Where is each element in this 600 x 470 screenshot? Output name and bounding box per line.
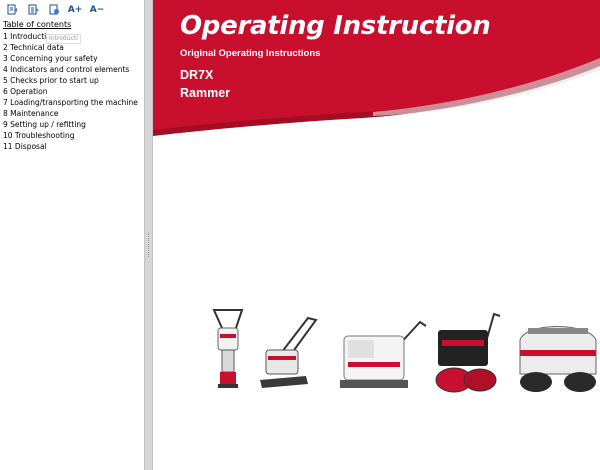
trench-roller-image	[519, 326, 597, 392]
pane-splitter[interactable]	[144, 0, 153, 470]
toc-pane: A+ A− Table of contents 1 Introduction 2…	[0, 0, 144, 470]
toc-item-operation[interactable]: 6 Operation	[3, 86, 138, 97]
toc-item-checks[interactable]: 5 Checks prior to start up	[3, 75, 138, 86]
reversible-plate-image	[340, 320, 427, 388]
collapse-all-icon	[7, 4, 17, 15]
document-page: Operating Instruction Original Operating…	[153, 0, 600, 470]
toc-item-maintenance[interactable]: 8 Maintenance	[3, 108, 138, 119]
expand-all-icon	[28, 4, 39, 15]
font-increase-icon: A+	[67, 4, 83, 15]
toc-title[interactable]: Table of contents	[3, 20, 71, 29]
toc-item-loading[interactable]: 7 Loading/transporting the machine	[3, 97, 138, 108]
collapse-all-button[interactable]	[5, 3, 19, 16]
document-type: Rammer	[180, 86, 231, 100]
font-increase-button[interactable]: A+	[67, 3, 83, 16]
expand-all-button[interactable]	[26, 3, 40, 16]
splitter-grip-icon	[148, 233, 149, 257]
sync-toc-icon	[49, 4, 59, 15]
rammer-image	[212, 309, 244, 388]
document-subtitle: Original Operating Instructions	[180, 48, 321, 59]
toc-item-indicators[interactable]: 4 Indicators and control elements	[3, 64, 138, 75]
toc-item-safety[interactable]: 3 Concerning your safety	[3, 53, 138, 64]
toc-item-setting-up[interactable]: 9 Setting up / refitting	[3, 119, 138, 130]
toc-list: 1 Introduction 2 Technical data 3 Concer…	[3, 31, 138, 152]
document-title: Operating Instruction	[180, 11, 491, 41]
toc-tooltip: Introducti	[46, 34, 81, 44]
font-decrease-button[interactable]: A−	[89, 3, 105, 16]
toc-toolbar: A+ A−	[0, 3, 144, 17]
walk-behind-roller-image	[435, 312, 501, 393]
document-model: DR7X	[180, 68, 214, 82]
toc-item-troubleshooting[interactable]: 10 Troubleshooting	[3, 130, 138, 141]
sync-toc-button[interactable]	[47, 3, 61, 16]
font-decrease-icon: A−	[89, 4, 105, 15]
vibratory-plate-image	[260, 316, 318, 388]
toc-item-disposal[interactable]: 11 Disposal	[3, 141, 138, 152]
machine-lineup-image	[212, 309, 597, 393]
